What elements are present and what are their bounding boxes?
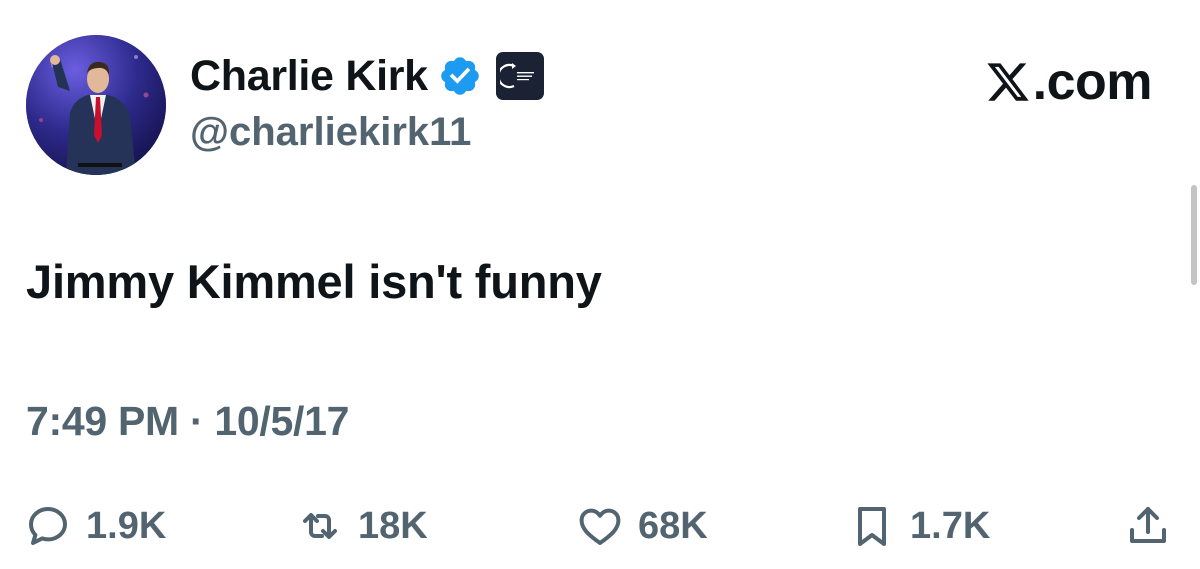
- tweet-card: Charlie Kirk @charliekirk11 .com Jimmy K…: [0, 0, 1200, 569]
- brand-domain-label: .com: [1032, 53, 1153, 111]
- author-name-row: Charlie Kirk: [190, 48, 544, 104]
- profile-photo-icon: [26, 35, 166, 175]
- tweet-timestamp[interactable]: 7:49 PM · 10/5/17: [26, 398, 349, 445]
- author-display-name[interactable]: Charlie Kirk: [190, 52, 428, 101]
- author-avatar[interactable]: [26, 35, 166, 175]
- retweet-count: 18K: [358, 504, 428, 547]
- retweet-icon: [303, 513, 337, 539]
- affiliate-badge[interactable]: [495, 52, 544, 100]
- heart-icon: [579, 508, 621, 545]
- scrollbar-thumb[interactable]: [1191, 185, 1197, 285]
- reply-button[interactable]: 1.9K: [24, 496, 166, 556]
- x-com-brand: .com: [985, 53, 1153, 111]
- retweet-button[interactable]: 18K: [296, 496, 428, 556]
- bookmark-button[interactable]: 1.7K: [848, 496, 990, 556]
- like-button[interactable]: 68K: [576, 496, 708, 556]
- bookmark-count: 1.7K: [910, 504, 991, 547]
- x-logo-icon: [987, 63, 1029, 101]
- share-icon: [1130, 507, 1166, 543]
- share-button[interactable]: [1124, 496, 1172, 556]
- tweet-text: Jimmy Kimmel isn't funny: [26, 255, 602, 308]
- author-handle[interactable]: @charliekirk11: [190, 110, 471, 155]
- scrollbar[interactable]: [1186, 185, 1200, 285]
- reply-count: 1.9K: [86, 504, 167, 547]
- reply-icon: [29, 507, 67, 545]
- bookmark-icon: [858, 507, 886, 546]
- tweet-actions-bar: 1.9K 18K 68K 1.7K: [0, 496, 1200, 556]
- verified-badge-icon[interactable]: [438, 54, 482, 98]
- turning-point-usa-logo-icon: [499, 63, 534, 89]
- like-count: 68K: [638, 504, 708, 547]
